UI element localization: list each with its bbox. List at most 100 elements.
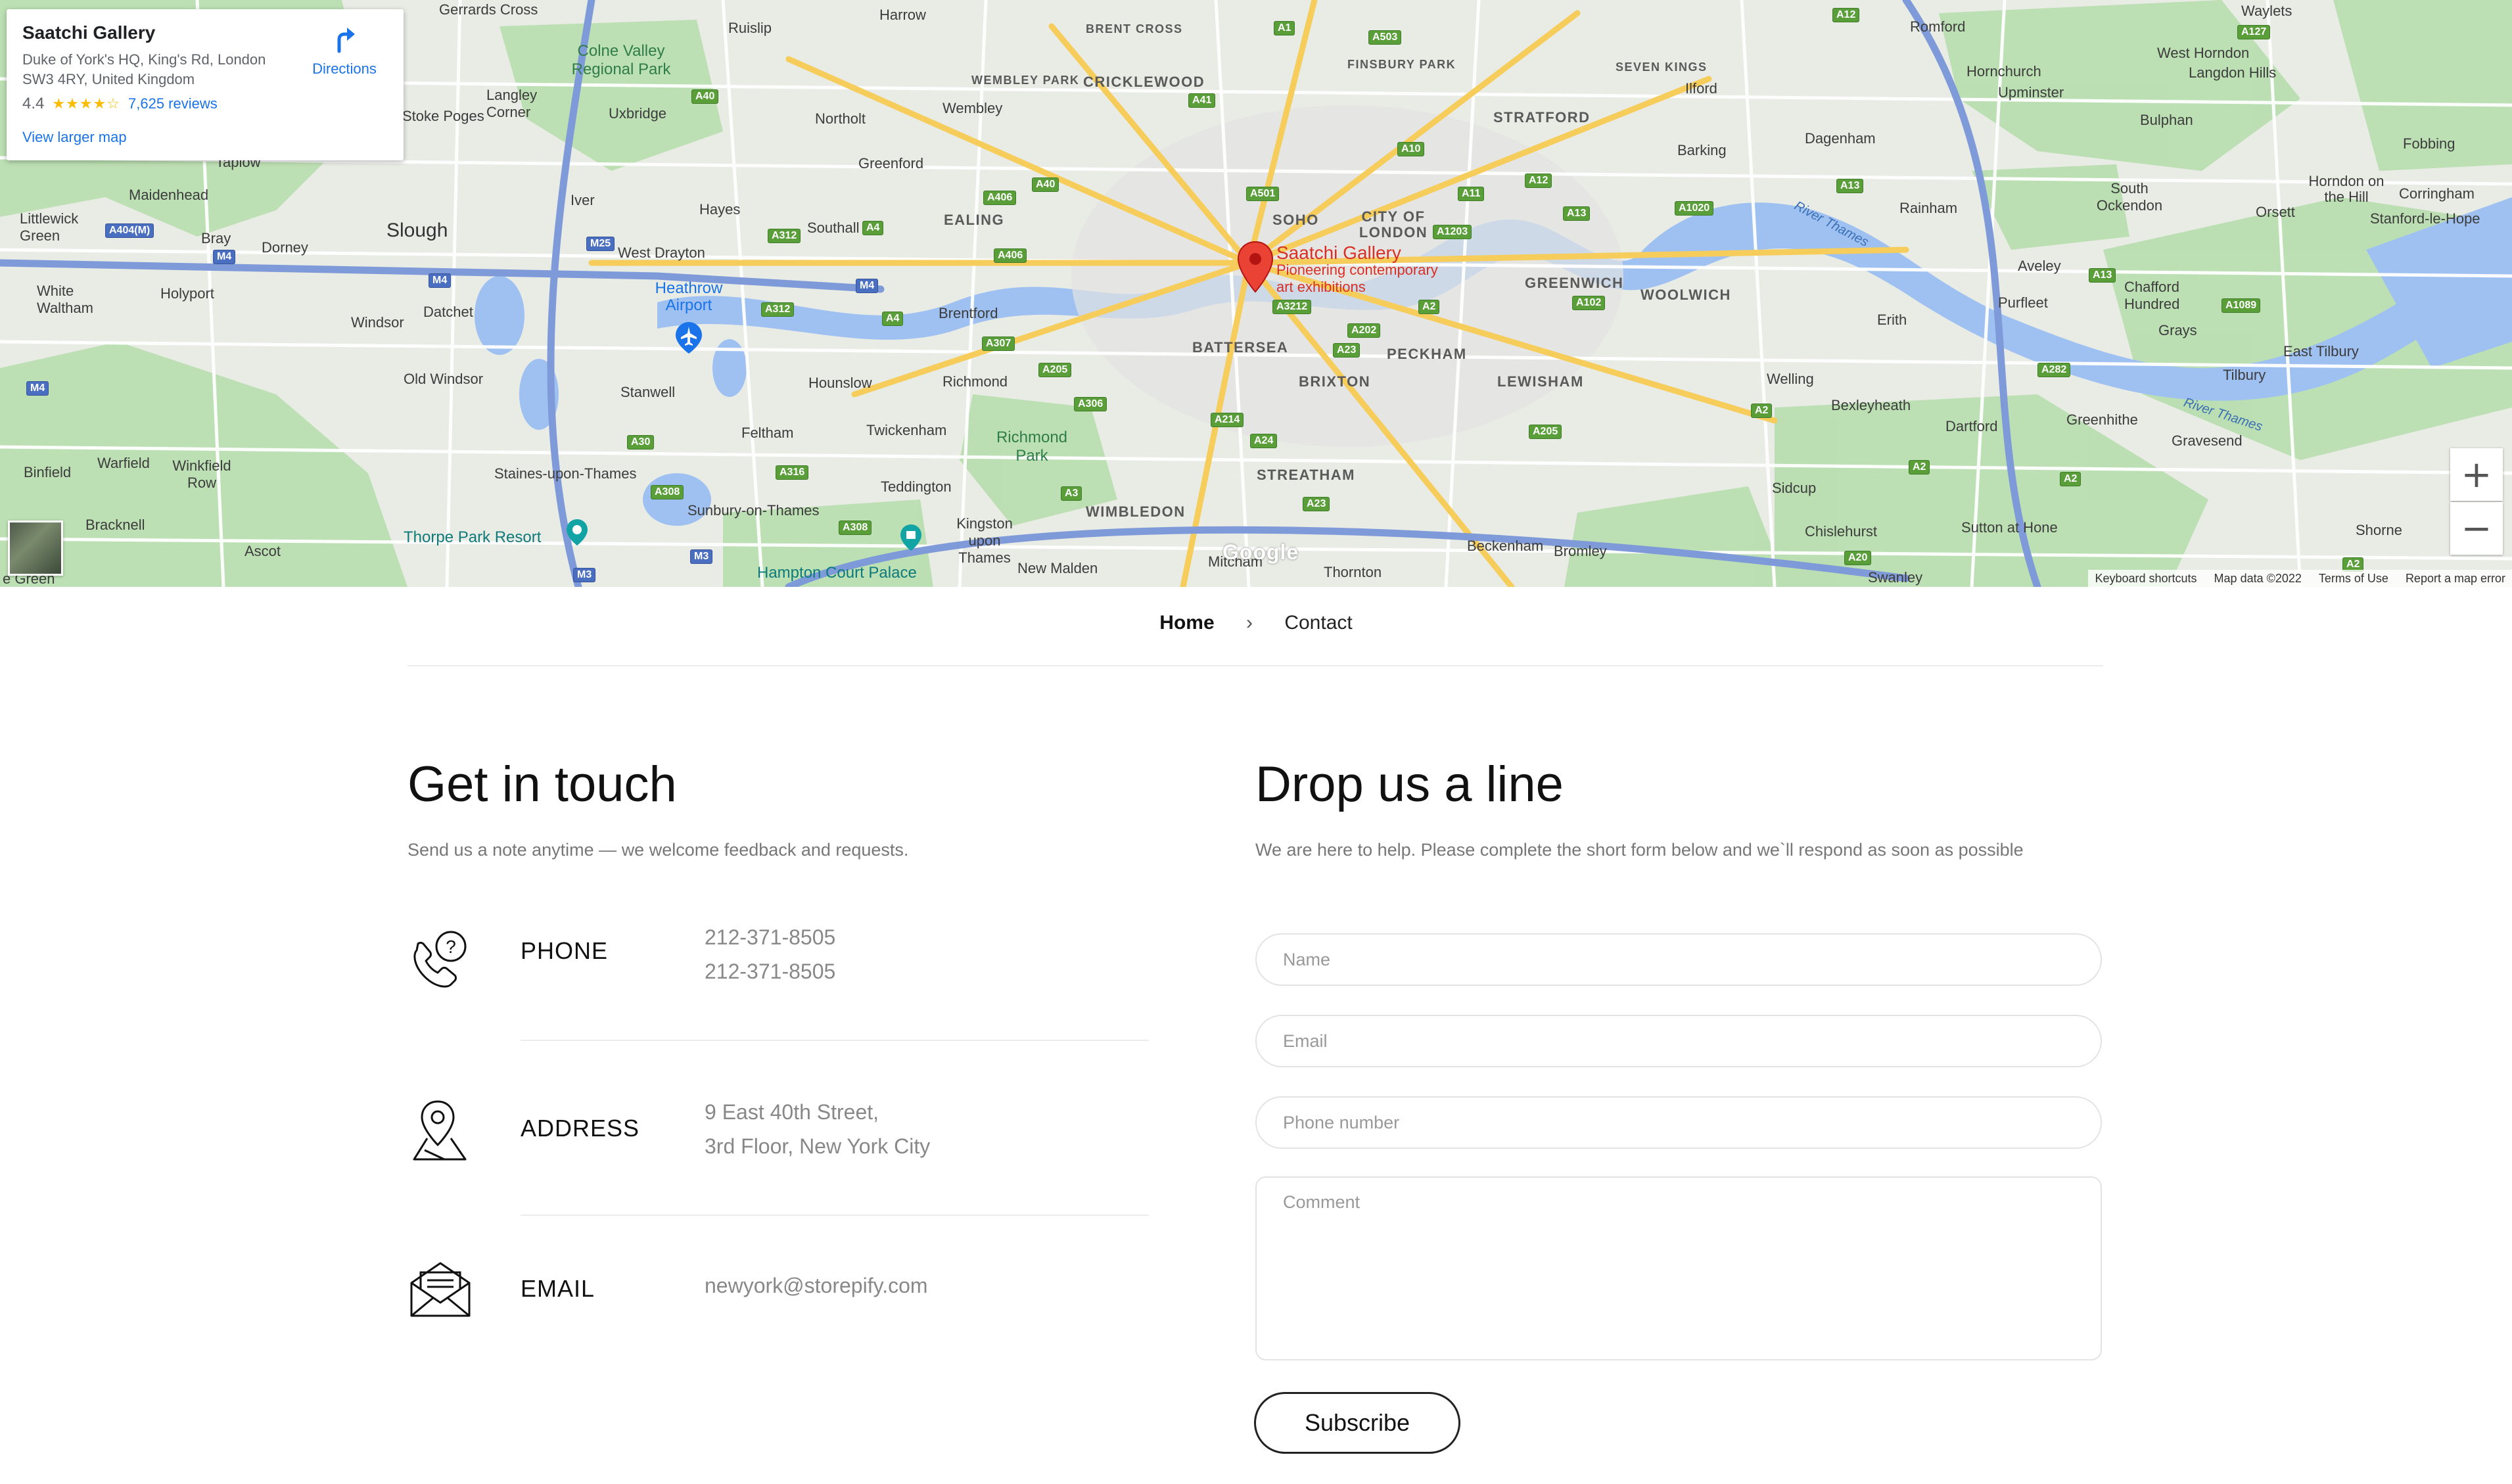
subscribe-button[interactable]: Subscribe [1254, 1392, 1460, 1454]
map-label: EALING [944, 212, 1005, 228]
map-label: Bracknell [85, 517, 145, 533]
map-label: South Ockendon [2096, 180, 2163, 214]
map-label: Holyport [160, 285, 214, 302]
map-label: Twickenham [866, 422, 947, 438]
map-label: FINSBURY PARK [1347, 58, 1456, 71]
zoom-in-button[interactable]: + [2450, 448, 2503, 501]
report-error-link[interactable]: Report a map error [2406, 572, 2505, 586]
phone-number[interactable]: 212-371-8505 [705, 954, 835, 988]
map-label: WIMBLEDON [1086, 503, 1186, 520]
map-label: Tilbury [2223, 367, 2266, 383]
terms-link[interactable]: Terms of Use [2319, 572, 2388, 586]
map-label: Romford [1910, 18, 1966, 35]
map-label: WOOLWICH [1640, 287, 1731, 303]
satellite-toggle[interactable] [8, 521, 63, 576]
map-label: Datchet [423, 304, 473, 320]
map-label: Staines-upon-Thames [494, 465, 637, 482]
map-label: Waylets [2241, 3, 2292, 19]
contact-heading: Get in touch [407, 756, 677, 812]
map-label: Sunbury-on-Thames [687, 502, 820, 519]
email-label: EMAIL [521, 1275, 595, 1302]
address-line: 9 East 40th Street, [705, 1100, 879, 1124]
map-label: Ruislip [728, 20, 772, 36]
map-label: Erith [1877, 312, 1907, 328]
map-embed[interactable]: Gerrards Cross Harrow Ruislip BRENT CROS… [0, 0, 2512, 587]
map-label: Beckenham [1467, 538, 1544, 554]
google-logo: Google [1222, 540, 1299, 564]
map-label: CITY OF LONDON [1359, 208, 1428, 241]
divider [521, 1040, 1149, 1041]
pin-label: Saatchi Gallery Pioneering contemporary … [1276, 244, 1438, 296]
poi-icon [900, 524, 921, 551]
phone-input[interactable] [1255, 1096, 2102, 1149]
open-envelope-icon [410, 1262, 471, 1317]
map-label: PECKHAM [1387, 346, 1467, 362]
map-label: Windsor [351, 314, 404, 331]
zoom-out-button[interactable]: − [2450, 502, 2503, 555]
map-label: Thornton [1324, 564, 1382, 580]
breadcrumb-home-link[interactable]: Home [1159, 612, 1214, 634]
map-label: Fobbing [2403, 135, 2455, 152]
place-rating: 4.4 ★★★★☆ 7,625 reviews [22, 95, 388, 113]
map-label: Richmond [942, 373, 1008, 390]
map-label: Slough [386, 220, 448, 241]
comment-textarea[interactable] [1255, 1176, 2102, 1360]
map-label: White Waltham [37, 283, 93, 316]
map-label: Kingston upon Thames [956, 515, 1013, 566]
directions-button[interactable]: Directions [305, 25, 384, 78]
map-label: Bromley [1554, 543, 1607, 559]
chevron-right-icon: › [1245, 612, 1253, 634]
map-footer: Keyboard shortcuts Map data ©2022 Terms … [2088, 570, 2512, 587]
address-values: 9 East 40th Street, 3rd Floor, New York … [705, 1095, 930, 1163]
star-rating-icon: ★★★★☆ [52, 95, 120, 112]
divider [521, 1215, 1149, 1216]
map-label: Welling [1767, 371, 1814, 387]
map-label: Gravesend [2172, 432, 2243, 449]
address-line: 3rd Floor, New York City [705, 1134, 931, 1158]
map-label: STREATHAM [1257, 467, 1355, 483]
map-label: Winkfield Row [172, 457, 231, 491]
map-label: Hampton Court Palace [757, 564, 917, 582]
map-label: Grays [2158, 322, 2197, 338]
map-label: Gerrards Cross [439, 1, 538, 18]
phone-number[interactable]: 212-371-8505 [705, 920, 835, 954]
location-pin-icon[interactable] [1237, 241, 1274, 293]
map-label: Corringham [2399, 185, 2475, 202]
map-label: STRATFORD [1493, 109, 1591, 126]
email-input[interactable] [1255, 1015, 2102, 1067]
breadcrumb-current: Contact [1284, 612, 1353, 634]
map-label: Iver [570, 192, 595, 208]
map-label: Shorne [2356, 522, 2402, 538]
map-label: Bulphan [2140, 112, 2193, 128]
map-label: Hounslow [808, 375, 872, 391]
map-label: Stanford-le-Hope [2370, 210, 2480, 227]
map-label: SEVEN KINGS [1616, 60, 1708, 74]
poi-icon [567, 519, 588, 545]
rating-value: 4.4 [22, 95, 45, 112]
map-label: Rainham [1899, 200, 1958, 216]
map-label: Northolt [815, 110, 866, 127]
map-label: Richmond Park [996, 429, 1068, 465]
phone-label: PHONE [521, 937, 609, 964]
map-label: BRENT CROSS [1086, 22, 1183, 35]
address-label: ADDRESS [521, 1115, 640, 1142]
contact-subtext: Send us a note anytime — we welcome feed… [407, 840, 909, 860]
map-label: Purfleet [1998, 294, 2048, 311]
map-label: Chafford Hundred [2124, 279, 2180, 312]
keyboard-shortcuts-link[interactable]: Keyboard shortcuts [2095, 572, 2197, 586]
map-label: GREENWICH [1525, 275, 1624, 291]
map-label: Upminster [1998, 84, 2064, 101]
map-label: Hayes [699, 201, 741, 218]
phone-question-icon: ? [413, 931, 467, 988]
map-label: Dorney [262, 239, 308, 256]
map-label: SOHO [1272, 212, 1319, 228]
reviews-link[interactable]: 7,625 reviews [128, 95, 218, 112]
view-larger-map-link[interactable]: View larger map [22, 129, 127, 146]
map-label: Binfield [24, 464, 72, 480]
email-address[interactable]: newyork@storepify.com [705, 1268, 928, 1303]
form-subtext: We are here to help. Please complete the… [1255, 840, 2024, 860]
map-label: Stoke Poges [402, 108, 484, 124]
name-input[interactable] [1255, 933, 2102, 986]
form-heading: Drop us a line [1255, 756, 1564, 812]
map-label: Bexleyheath [1831, 397, 1911, 413]
